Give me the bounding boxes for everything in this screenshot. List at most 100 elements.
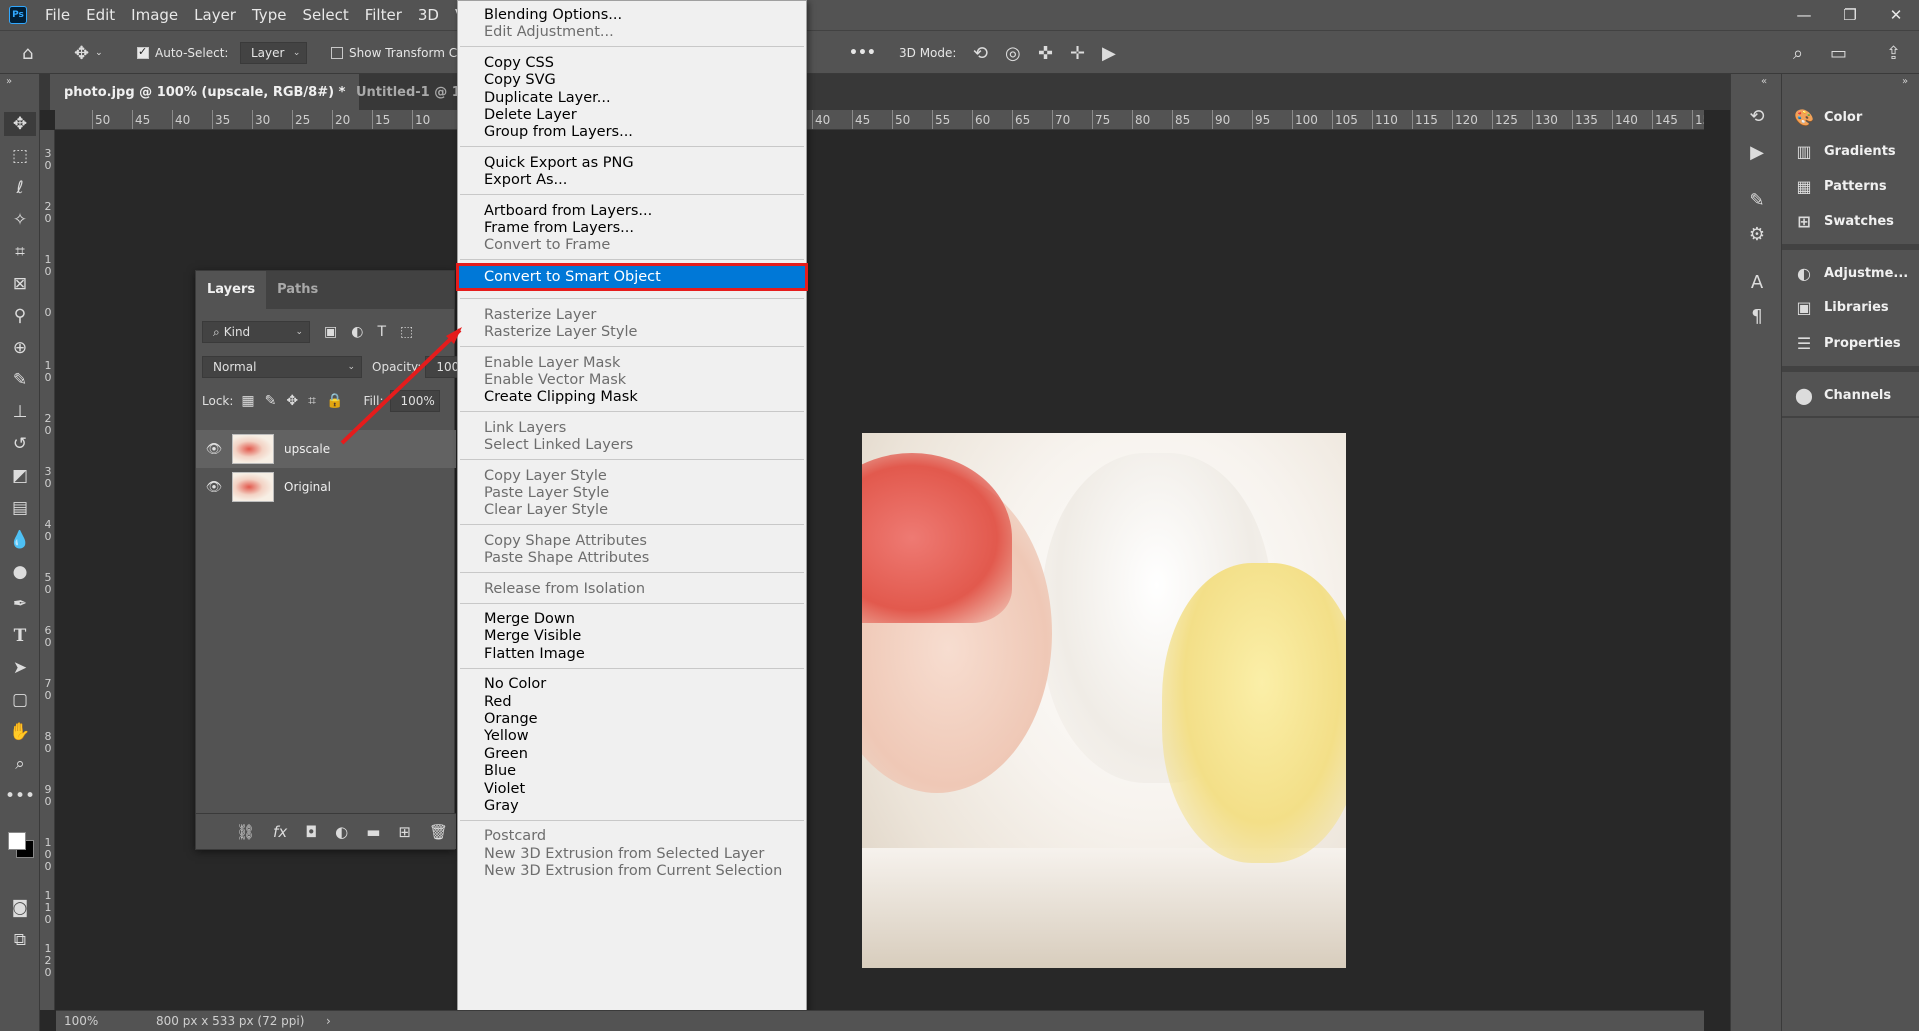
edit-toolbar-icon[interactable]: ••• [5, 784, 35, 808]
menu-item-gray[interactable]: Gray [458, 796, 806, 816]
path-selection-tool-icon[interactable]: ➤ [8, 656, 32, 680]
stamp-tool-icon[interactable]: ⊥ [8, 400, 32, 424]
adjustment-icon[interactable]: ◐ [335, 823, 348, 841]
new-layer-icon[interactable]: ⊞ [398, 823, 411, 841]
auto-select-target-dropdown[interactable]: Layer ⌄ [240, 31, 308, 75]
panel-swatches[interactable]: ⊞ Swatches [1782, 204, 1919, 238]
document-image[interactable] [862, 433, 1346, 968]
foreground-color-swatch[interactable] [8, 832, 26, 850]
eraser-tool-icon[interactable]: ◩ [8, 464, 32, 488]
layer-name[interactable]: Original [284, 480, 331, 494]
crop-tool-icon[interactable]: ⌗ [8, 240, 32, 264]
menu-item-flatten-image[interactable]: Flatten Image [458, 644, 806, 664]
more-options-button[interactable]: ••• [849, 31, 876, 75]
menu-select[interactable]: Select [294, 0, 356, 30]
eye-icon[interactable]: 👁 [196, 442, 232, 457]
menu-type[interactable]: Type [244, 0, 294, 30]
panel-libraries[interactable]: ▣ Libraries [1782, 290, 1919, 324]
screen-mode-icon[interactable]: ⧉ [8, 928, 32, 952]
magic-wand-tool-icon[interactable]: ✧ [8, 208, 32, 232]
show-transform-checkbox[interactable]: Show Transform Co [331, 31, 464, 75]
menu-item-convert-to-smart-object[interactable]: Convert to Smart Object [456, 262, 808, 291]
panel-gradients[interactable]: ▥ Gradients [1782, 134, 1919, 168]
hand-tool-icon[interactable]: ✋ [8, 720, 32, 744]
auto-select-check-icon[interactable] [137, 45, 149, 59]
3d-orbit-icon[interactable]: ⟲ [973, 31, 988, 75]
3d-roll-icon[interactable]: ◎ [1005, 31, 1021, 75]
menu-item-group-from-layers[interactable]: Group from Layers... [458, 122, 806, 142]
collapse-mid-dock-icon[interactable]: « [1761, 76, 1767, 87]
zoom-tool-icon[interactable]: ⌕ [8, 752, 32, 776]
menu-3d[interactable]: 3D [410, 0, 447, 30]
history-brush-tool-icon[interactable]: ↺ [8, 432, 32, 456]
auto-select-checkbox[interactable]: Auto-Select: [137, 31, 228, 75]
quick-mask-icon[interactable]: ◙ [8, 896, 32, 920]
status-arrow-icon[interactable]: › [306, 1014, 331, 1028]
menu-item-create-clipping-mask[interactable]: Create Clipping Mask [458, 387, 806, 407]
tab-paths[interactable]: Paths [266, 271, 329, 309]
layer-row-upscale[interactable]: 👁 upscale [196, 430, 456, 468]
collapse-right-dock-icon[interactable]: » [1902, 76, 1908, 87]
actions-icon[interactable]: ▶ [1745, 140, 1769, 164]
minimize-button[interactable]: — [1781, 0, 1827, 30]
search-icon[interactable]: ⌕ [1793, 31, 1803, 75]
filter-type-icon[interactable]: T [377, 324, 386, 340]
menu-layer[interactable]: Layer [186, 0, 244, 30]
move-tool-icon[interactable]: ✥ [4, 112, 36, 136]
panel-color[interactable]: 🎨 Color [1782, 100, 1919, 134]
lasso-tool-icon[interactable]: ℓ [8, 176, 32, 200]
filter-shape-icon[interactable]: ⬚ [400, 324, 413, 340]
3d-slide-icon[interactable]: ✛ [1070, 31, 1085, 75]
share-icon[interactable]: ⇪ [1886, 31, 1901, 75]
lock-all-icon[interactable]: 🔒 [326, 393, 343, 409]
type-tool-icon[interactable]: T [8, 624, 32, 648]
brush-tool-icon[interactable]: ✎ [8, 368, 32, 392]
color-swatches[interactable] [6, 828, 34, 860]
move-tool-icon[interactable]: ✥ ⌄ [74, 31, 103, 75]
lock-position-icon[interactable]: ✥ [286, 393, 298, 409]
fill-input[interactable]: 100% [389, 390, 440, 412]
mask-icon[interactable]: ◘ [305, 823, 317, 841]
3d-pan-icon[interactable]: ✜ [1038, 31, 1053, 75]
gradient-tool-icon[interactable]: ▤ [8, 496, 32, 520]
filter-kind-dropdown[interactable]: ⌕ Kind ⌄ [202, 321, 310, 343]
3d-camera-icon[interactable]: ▶ [1102, 31, 1116, 75]
dodge-tool-icon[interactable]: ● [8, 560, 32, 584]
trash-icon[interactable]: 🗑 [429, 823, 448, 841]
brushes-icon[interactable]: ✎ [1745, 188, 1769, 212]
pen-tool-icon[interactable]: ✒ [8, 592, 32, 616]
link-icon[interactable]: ⛓ [236, 823, 255, 841]
shape-tool-icon[interactable]: ▢ [8, 688, 32, 712]
close-button[interactable]: ✕ [1873, 0, 1919, 30]
character-icon[interactable]: A [1745, 270, 1769, 294]
lock-brush-icon[interactable]: ✎ [265, 393, 277, 409]
zoom-level[interactable]: 100% [56, 1014, 126, 1028]
fx-icon[interactable]: fx [273, 823, 287, 841]
eye-icon[interactable]: 👁 [196, 480, 232, 495]
tab-layers[interactable]: Layers [196, 271, 267, 309]
lock-transparent-icon[interactable]: ▦ [241, 393, 254, 409]
brush-settings-icon[interactable]: ⚙ [1745, 222, 1769, 246]
tab-photo-jpg[interactable]: photo.jpg @ 100% (upscale, RGB/8#) * [50, 74, 360, 110]
show-transform-check-icon[interactable] [331, 47, 343, 59]
collapse-tools-icon[interactable]: » [6, 76, 12, 87]
filter-pixel-icon[interactable]: ▣ [324, 324, 337, 340]
blend-mode-dropdown[interactable]: Normal ⌄ [202, 356, 362, 378]
menu-file[interactable]: File [37, 0, 78, 30]
workspace-icon[interactable]: ▭ [1830, 31, 1847, 75]
menu-edit[interactable]: Edit [78, 0, 123, 30]
layer-row-original[interactable]: 👁 Original [196, 468, 456, 506]
menu-image[interactable]: Image [123, 0, 186, 30]
layer-name[interactable]: upscale [284, 442, 330, 456]
panel-patterns[interactable]: ▦ Patterns [1782, 169, 1919, 203]
lock-artboard-icon[interactable]: ⌗ [308, 393, 316, 409]
folder-icon[interactable]: ▬ [366, 823, 380, 841]
photoshop-logo-icon[interactable]: Ps [9, 6, 27, 24]
healing-tool-icon[interactable]: ⊕ [8, 336, 32, 360]
paragraph-icon[interactable]: ¶ [1745, 304, 1769, 328]
frame-tool-icon[interactable]: ⊠ [8, 272, 32, 296]
blur-tool-icon[interactable]: 💧 [8, 528, 32, 552]
marquee-tool-icon[interactable]: ⬚ [8, 144, 32, 168]
history-icon[interactable]: ⟲ [1745, 104, 1769, 128]
restore-button[interactable]: ❐ [1827, 0, 1873, 30]
